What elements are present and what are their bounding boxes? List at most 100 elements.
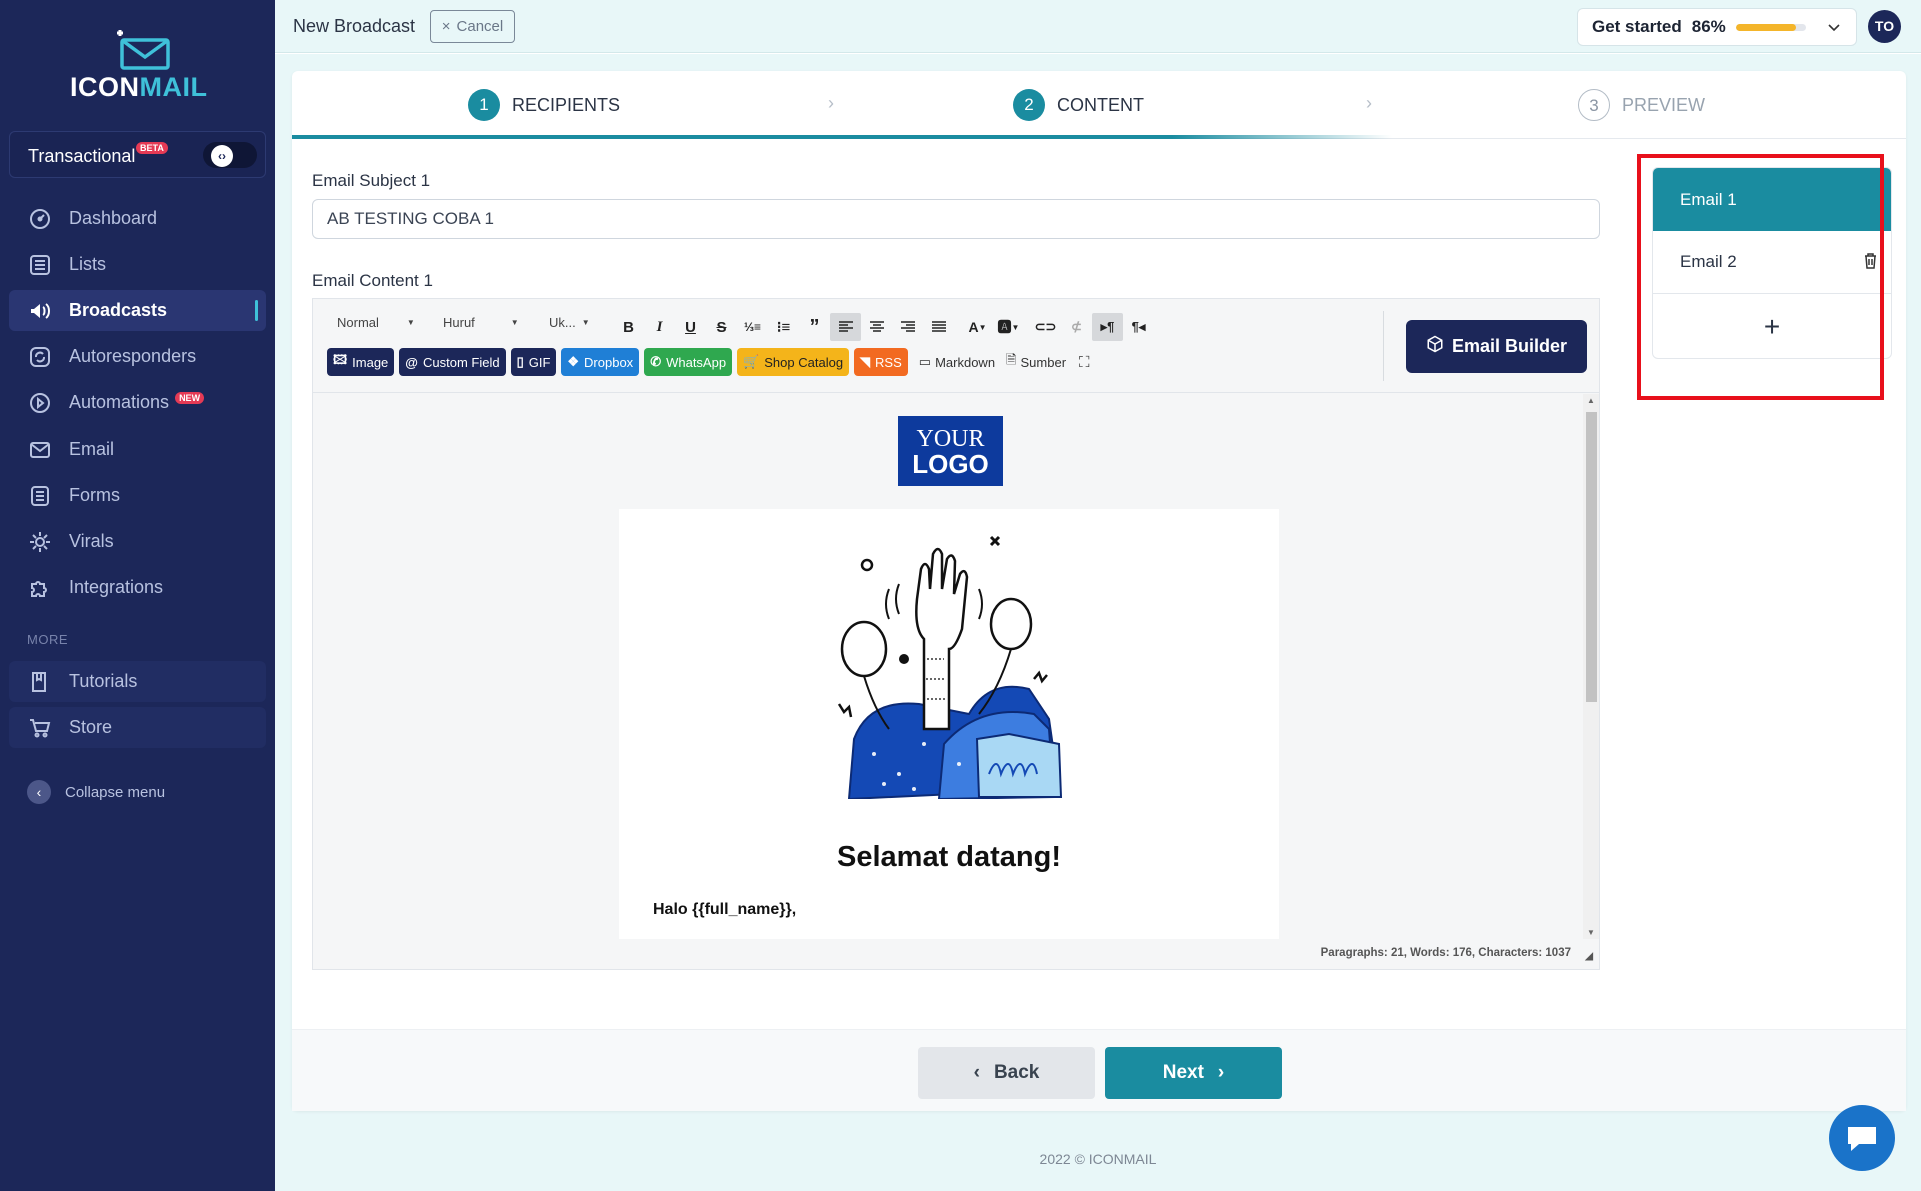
transactional-switch[interactable]: Transactional BETA ‹›	[9, 131, 266, 178]
sidebar-item-email[interactable]: Email	[9, 429, 266, 470]
size-select[interactable]: Uk... ▼	[549, 315, 590, 330]
cancel-button[interactable]: × Cancel	[430, 10, 515, 43]
rtl-direction-icon[interactable]: ¶◂	[1123, 313, 1154, 341]
fullscreen-icon[interactable]: ⛶	[1079, 354, 1090, 371]
sidebar-item-label: Integrations	[69, 577, 164, 597]
chat-bubble-icon	[1848, 1127, 1876, 1151]
align-right-icon[interactable]	[892, 313, 923, 341]
format-buttons: B I U S ⅓≡ ⁝≡ ” A ▼ 🅰 ▼ ⊂⊃ ⊄ ▸¶ ¶◂	[613, 313, 1154, 341]
sidebar-item-lists[interactable]: Lists	[9, 244, 266, 285]
insert-image-button[interactable]: 🖾 Image	[327, 348, 395, 376]
form-icon	[27, 483, 53, 509]
editor-scrollbar[interactable]: ▲ ▼	[1583, 394, 1599, 939]
envelope-icon	[27, 437, 53, 463]
sidebar-item-label: Store	[69, 717, 113, 737]
underline-icon[interactable]: U	[675, 313, 706, 341]
insert-dropbox-label: Dropbox	[584, 354, 634, 370]
megaphone-icon	[27, 298, 53, 324]
back-label: Back	[993, 1062, 1040, 1083]
chevron-down-icon	[1828, 17, 1840, 37]
dashboard-icon	[27, 206, 53, 232]
beta-badge: BETA	[136, 142, 168, 154]
insert-image-label: Image	[352, 354, 389, 370]
transactional-label: Transactional	[28, 146, 136, 166]
sidebar-item-store[interactable]: Store	[9, 707, 266, 748]
ltr-direction-icon[interactable]: ▸¶	[1092, 313, 1123, 341]
viral-icon	[27, 529, 53, 555]
word-count: Paragraphs: 21, Words: 176, Characters: …	[1320, 947, 1571, 959]
step-content[interactable]: 2 CONTENT	[1013, 89, 1144, 121]
more-section-label: MORE	[27, 632, 68, 647]
italic-icon[interactable]: I	[644, 313, 675, 341]
insert-rss-label: RSS	[875, 354, 902, 370]
bold-icon[interactable]: B	[613, 313, 644, 341]
font-select-value: Huruf	[443, 315, 475, 330]
sidebar-item-label: Virals	[69, 531, 114, 551]
scroll-thumb[interactable]	[1586, 412, 1597, 702]
logo-line-1: YOUR	[916, 426, 985, 452]
ordered-list-icon[interactable]: ⅓≡	[737, 313, 768, 341]
chat-widget-button[interactable]	[1829, 1105, 1895, 1171]
sidebar-item-forms[interactable]: Forms	[9, 475, 266, 516]
next-button[interactable]: Next ›	[1105, 1047, 1282, 1099]
scroll-up-icon[interactable]: ▲	[1587, 396, 1595, 405]
email-subject-input[interactable]: AB TESTING COBA 1	[312, 199, 1600, 239]
next-label: Next	[1162, 1062, 1204, 1083]
background-color-icon[interactable]: 🅰 ▼	[993, 313, 1024, 341]
caret-down-icon: ▼	[406, 318, 415, 327]
resize-grip-icon[interactable]: ◢	[1585, 951, 1593, 962]
sidebar-item-automations[interactable]: Automations NEW	[9, 382, 266, 423]
text-color-icon[interactable]: A ▼	[962, 313, 993, 341]
strikethrough-icon[interactable]: S	[706, 313, 737, 341]
new-badge: NEW	[175, 391, 205, 404]
scroll-down-icon[interactable]: ▼	[1587, 928, 1595, 937]
step-recipients[interactable]: 1 RECIPIENTS	[468, 89, 620, 121]
transactional-toggle[interactable]: ‹›	[203, 142, 257, 168]
caret-down-icon: ▼	[510, 318, 519, 327]
sidebar-item-broadcasts[interactable]: Broadcasts	[9, 290, 266, 331]
sidebar-item-virals[interactable]: Virals	[9, 521, 266, 562]
sidebar-item-tutorials[interactable]: Tutorials	[9, 661, 266, 702]
align-left-icon[interactable]	[830, 313, 861, 341]
email-builder-button[interactable]: Email Builder	[1406, 320, 1587, 373]
insert-custom-field-label: Custom Field	[422, 354, 500, 370]
link-icon[interactable]: ⊂⊃	[1030, 313, 1061, 341]
editor-canvas[interactable]: YOUR LOGO Selamat datang! Halo {{full_na…	[313, 394, 1599, 939]
source-button[interactable]: 🗎 Sumber	[1006, 351, 1066, 373]
markdown-button[interactable]: ▭ Markdown	[919, 354, 995, 370]
font-select[interactable]: Huruf ▼	[443, 315, 519, 330]
back-button[interactable]: ‹ Back	[918, 1047, 1095, 1099]
unlink-icon[interactable]: ⊄	[1061, 313, 1092, 341]
bullet-list-icon[interactable]: ⁝≡	[768, 313, 799, 341]
blockquote-icon[interactable]: ”	[799, 313, 830, 341]
at-icon: @	[405, 354, 418, 370]
align-center-icon[interactable]	[861, 313, 892, 341]
book-icon	[27, 669, 53, 695]
get-started-dropdown[interactable]: Get started 86%	[1577, 8, 1857, 46]
insert-dropbox-button[interactable]: ❖ Dropbox	[561, 348, 640, 376]
insert-shop-catalog-button[interactable]: 🛒 Shop Catalog	[737, 348, 850, 376]
step-number: 2	[1013, 89, 1045, 121]
collapse-menu-button[interactable]: ‹ Collapse menu	[27, 780, 165, 804]
cube-icon	[1426, 335, 1444, 358]
sidebar-item-dashboard[interactable]: Dashboard	[9, 198, 266, 239]
main-area: 1 RECIPIENTS › 2 CONTENT › 3 PREVIEW Ema…	[275, 54, 1921, 1191]
sidebar-item-integrations[interactable]: Integrations	[9, 567, 266, 608]
avatar[interactable]: TO	[1868, 10, 1901, 43]
insert-rss-button[interactable]: ◥ RSS	[854, 348, 908, 376]
step-number: 1	[468, 89, 500, 121]
chevron-left-icon: ‹	[973, 1062, 980, 1083]
gif-icon: ▯	[516, 354, 524, 369]
insert-custom-field-button[interactable]: @ Custom Field	[399, 348, 506, 376]
image-icon: 🖾	[333, 352, 348, 367]
step-preview[interactable]: 3 PREVIEW	[1578, 89, 1705, 121]
logo-line-2: LOGO	[912, 449, 989, 479]
format-select[interactable]: Normal ▼	[337, 315, 415, 330]
autoresponder-icon	[27, 344, 53, 370]
insert-gif-button[interactable]: ▯ GIF	[510, 348, 557, 376]
sidebar-item-autoresponders[interactable]: Autoresponders	[9, 336, 266, 377]
align-justify-icon[interactable]	[923, 313, 954, 341]
collapse-menu-label: Collapse menu	[65, 783, 166, 801]
get-started-progress	[1735, 23, 1806, 31]
insert-whatsapp-button[interactable]: ✆ WhatsApp	[644, 348, 733, 376]
